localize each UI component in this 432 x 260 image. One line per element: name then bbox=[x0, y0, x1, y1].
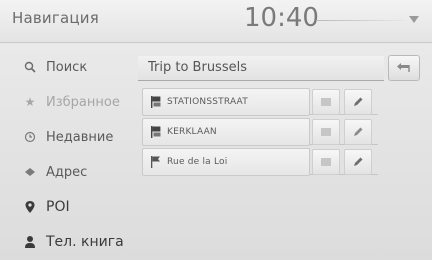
sidebar-item-label: POI bbox=[46, 199, 70, 215]
edit-button[interactable] bbox=[344, 149, 372, 175]
delete-button[interactable] bbox=[312, 149, 340, 175]
destination-name: Rue de la Loi bbox=[167, 157, 228, 167]
header-bar: Навигация 10:40 bbox=[0, 0, 432, 43]
sidebar-item-label: Избранное bbox=[46, 94, 120, 110]
search-icon bbox=[22, 59, 38, 75]
finish-flag-icon bbox=[151, 156, 160, 168]
list-item: Rue de la Loi bbox=[142, 148, 378, 176]
clock: 10:40 bbox=[244, 3, 319, 33]
destination-name: KERKLAAN bbox=[167, 127, 217, 137]
pencil-icon bbox=[354, 127, 363, 136]
app-title: Навигация bbox=[12, 9, 99, 27]
sidebar-item-search[interactable]: Поиск bbox=[0, 50, 132, 84]
poi-pin-icon bbox=[22, 199, 38, 215]
address-icon bbox=[22, 164, 38, 180]
sidebar-item-address[interactable]: Адрес bbox=[0, 155, 132, 189]
sidebar: Поиск ★ Избранное Недавние Адрес POI Тел… bbox=[0, 48, 132, 260]
sidebar-item-phonebook[interactable]: Тел. книга bbox=[0, 225, 132, 259]
sidebar-item-recent[interactable]: Недавние bbox=[0, 120, 132, 154]
delete-icon bbox=[321, 158, 331, 166]
clock-icon bbox=[22, 129, 38, 145]
delete-icon bbox=[321, 98, 331, 106]
pencil-icon bbox=[354, 97, 363, 106]
pencil-icon bbox=[354, 157, 363, 166]
edit-button[interactable] bbox=[344, 89, 372, 115]
list-item: KERKLAAN bbox=[142, 118, 378, 146]
destination-name: STATIONSSTRAAT bbox=[167, 97, 248, 107]
trip-title: Trip to Brussels bbox=[148, 60, 247, 75]
destination-button[interactable]: KERKLAAN bbox=[142, 118, 310, 146]
sidebar-item-poi[interactable]: POI bbox=[0, 190, 132, 224]
sidebar-item-label: Адрес bbox=[46, 164, 88, 180]
edit-button[interactable] bbox=[344, 119, 372, 145]
back-button[interactable] bbox=[388, 55, 420, 81]
navigation-screen: Навигация 10:40 Поиск ★ Избранное Недавн… bbox=[0, 0, 432, 260]
sidebar-item-label: Тел. книга bbox=[46, 234, 124, 250]
sidebar-item-label: Поиск bbox=[46, 59, 88, 75]
destination-flag-icon bbox=[151, 96, 161, 108]
destination-button[interactable]: Rue de la Loi bbox=[142, 148, 310, 176]
back-arrow-icon bbox=[397, 63, 410, 72]
delete-button[interactable] bbox=[312, 119, 340, 145]
header-divider bbox=[316, 20, 406, 21]
trip-header: Trip to Brussels bbox=[138, 56, 384, 81]
list-item: STATIONSSTRAAT bbox=[142, 88, 378, 116]
destination-flag-icon bbox=[151, 126, 161, 138]
sidebar-item-label: Недавние bbox=[46, 129, 114, 145]
delete-icon bbox=[321, 128, 331, 136]
star-icon: ★ bbox=[24, 95, 36, 109]
destination-button[interactable]: STATIONSSTRAAT bbox=[142, 88, 310, 116]
contact-icon bbox=[22, 234, 38, 250]
signal-icon bbox=[409, 16, 419, 23]
delete-button[interactable] bbox=[312, 89, 340, 115]
sidebar-item-favorites[interactable]: ★ Избранное bbox=[0, 85, 132, 119]
